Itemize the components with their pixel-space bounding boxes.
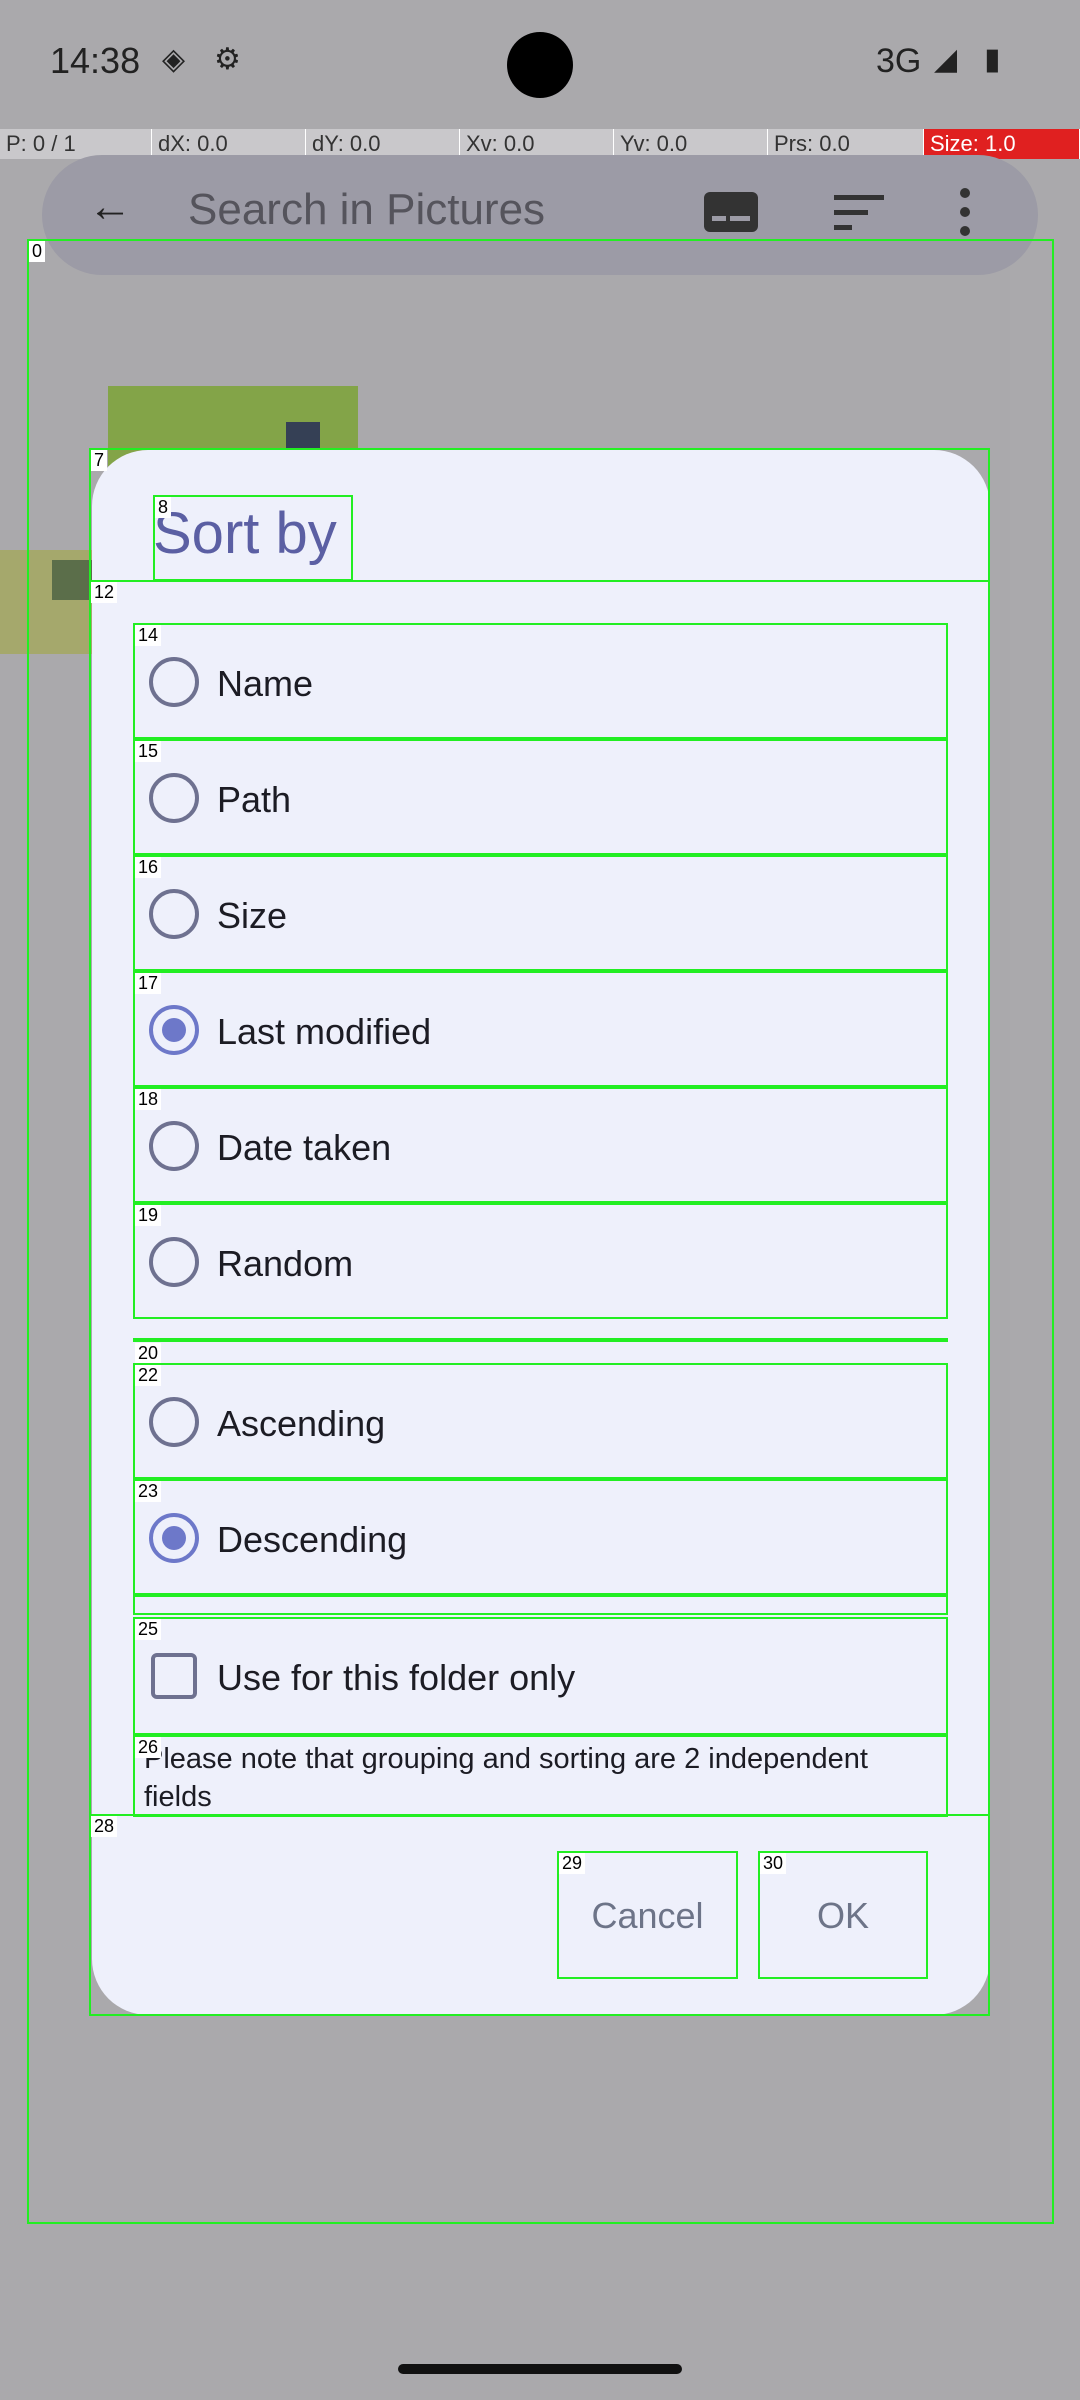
network-type: 3G — [876, 42, 922, 80]
order-option-ascending[interactable]: Ascending — [133, 1363, 948, 1479]
sort-option-date-taken[interactable]: Date taken — [133, 1087, 948, 1203]
overlay-box-group-end — [133, 1595, 948, 1615]
sort-option-size[interactable]: Size — [133, 855, 948, 971]
overlay-id: 7 — [91, 450, 108, 471]
overlay-id: 14 — [135, 625, 162, 646]
overlay-id: 22 — [135, 1365, 162, 1386]
radio-name[interactable] — [149, 657, 199, 707]
radio-date-taken[interactable] — [149, 1121, 199, 1171]
more-vert-icon[interactable] — [960, 188, 972, 238]
overlay-id: 17 — [135, 973, 162, 994]
radio-descending[interactable] — [149, 1513, 199, 1563]
back-arrow-icon[interactable]: ← — [88, 182, 132, 232]
sort-option-label: Size — [217, 895, 288, 936]
overlay-id: 12 — [91, 582, 118, 603]
sort-option-label: Name — [217, 663, 314, 704]
overlay-id: 18 — [135, 1089, 162, 1110]
order-option-label: Descending — [217, 1519, 408, 1560]
order-option-descending[interactable]: Descending — [133, 1479, 948, 1595]
overlay-id: 28 — [91, 1816, 118, 1837]
status-time: 14:38 — [50, 40, 141, 81]
overlay-id: 29 — [559, 1853, 586, 1874]
overlay-id: 20 — [135, 1343, 162, 1364]
order-option-label: Ascending — [217, 1403, 386, 1444]
sort-option-label: Date taken — [217, 1127, 392, 1168]
folder-only-row[interactable]: Use for this folder only — [133, 1617, 948, 1735]
overlay-id: 8 — [155, 497, 172, 518]
sort-option-label: Random — [217, 1243, 354, 1284]
overlay-id: 26 — [135, 1737, 162, 1758]
grouping-note: Please note that grouping and sorting ar… — [144, 1743, 868, 1813]
sort-option-label: Last modified — [217, 1011, 432, 1052]
sort-option-name[interactable]: Name — [133, 623, 948, 739]
overlay-id: 15 — [135, 741, 162, 762]
overlay-id: 16 — [135, 857, 162, 878]
overlay-box-title — [153, 495, 353, 581]
folder-only-label: Use for this folder only — [217, 1657, 576, 1698]
radio-ascending[interactable] — [149, 1397, 199, 1447]
sort-option-label: Path — [217, 779, 292, 820]
overlay-id: 25 — [135, 1619, 162, 1640]
overlay-id: 30 — [760, 1853, 787, 1874]
overlay-id: 19 — [135, 1205, 162, 1226]
location-icon: ◈ — [162, 43, 186, 76]
sort-option-random[interactable]: Random — [133, 1203, 948, 1319]
divider — [133, 1338, 948, 1342]
signal-icon: ◢ — [934, 43, 958, 76]
radio-random[interactable] — [149, 1237, 199, 1287]
radio-path[interactable] — [149, 773, 199, 823]
camera-cutout — [507, 32, 573, 98]
battery-icon: ▮ — [984, 43, 1001, 76]
sort-option-path[interactable]: Path — [133, 739, 948, 855]
radio-size[interactable] — [149, 889, 199, 939]
folder-only-checkbox[interactable] — [151, 1653, 197, 1699]
gesture-nav-handle[interactable] — [398, 2364, 682, 2374]
settings-icon: ⚙ — [214, 43, 241, 76]
search-input[interactable]: Search in Pictures — [188, 185, 545, 235]
overlay-id: 0 — [29, 241, 46, 262]
sort-icon[interactable] — [834, 195, 884, 231]
overlay-id: 23 — [135, 1481, 162, 1502]
subtitle-icon[interactable] — [704, 192, 758, 232]
sort-option-last-modified[interactable]: Last modified — [133, 971, 948, 1087]
radio-last-modified[interactable] — [149, 1005, 199, 1055]
